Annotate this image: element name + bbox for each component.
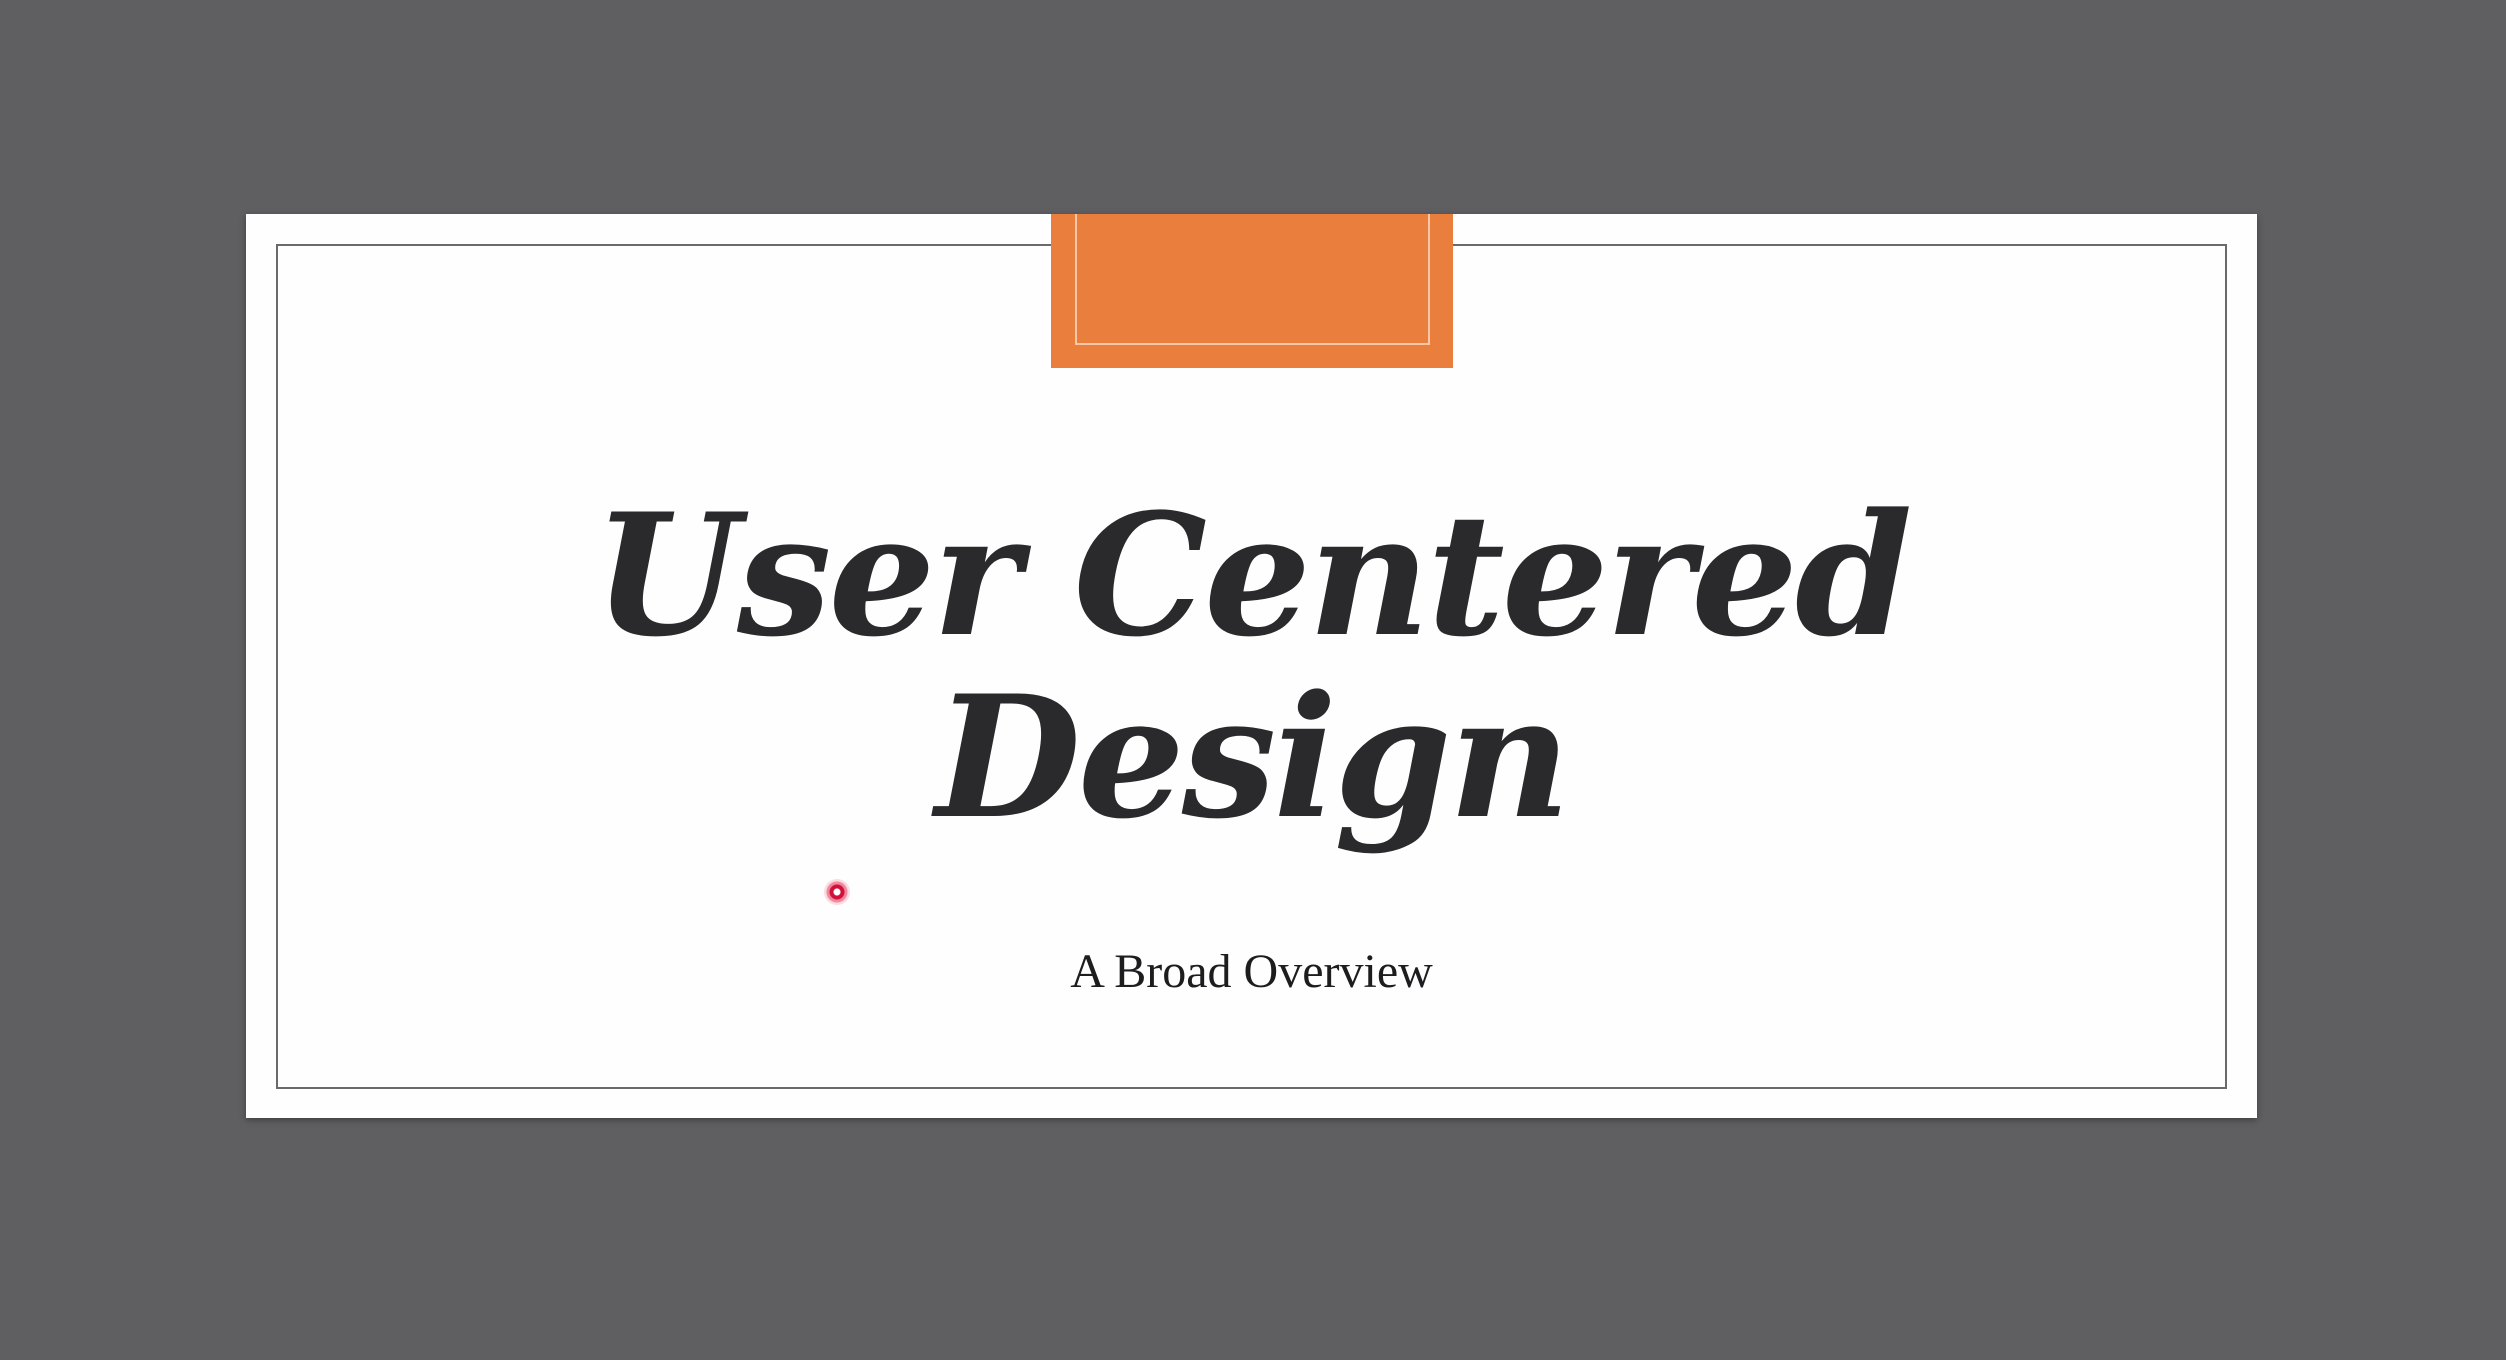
laser-pointer-icon [824, 879, 850, 905]
slide-subtitle: A Broad Overview [1070, 945, 1433, 998]
slide-title-line-1: User Centered [593, 476, 1912, 674]
slide-title-line-2: Design [935, 658, 1571, 856]
accent-tab-inner-outline [1075, 214, 1430, 345]
slide-title: User Centered Design [246, 484, 2257, 848]
presentation-stage: User Centered Design A Broad Overview [0, 0, 2506, 1360]
accent-tab [1051, 214, 1453, 368]
title-slide[interactable]: User Centered Design A Broad Overview [246, 214, 2257, 1118]
